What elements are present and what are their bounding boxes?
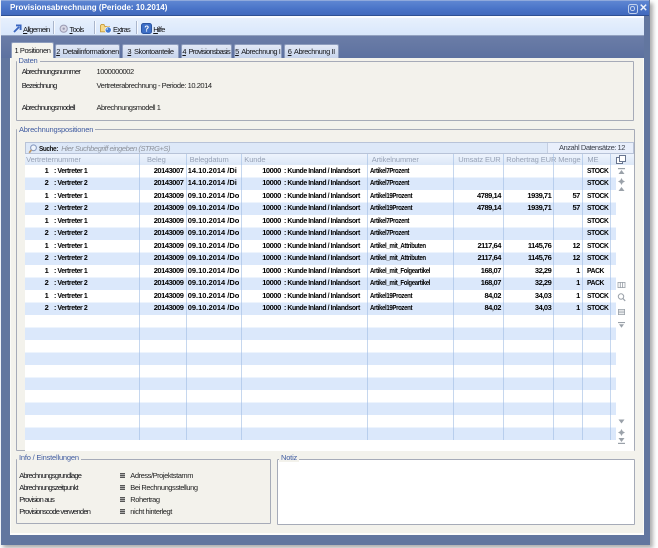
- svg-text:?: ?: [144, 24, 149, 33]
